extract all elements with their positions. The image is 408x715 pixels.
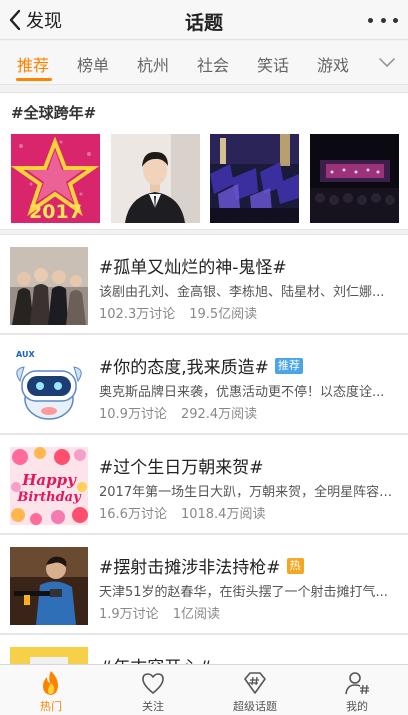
user-hashtag-icon	[345, 672, 369, 695]
discussion-count: 16.6万讨论	[99, 507, 167, 522]
topic-title: #孤单又灿烂的神-鬼怪#	[99, 258, 287, 278]
topic-item[interactable]: #孤单又灿烂的神-鬼怪# 该剧由孔刘、金高银、李栋旭、陆星材、刘仁娜... 10…	[0, 234, 408, 334]
topic-stats: 1.9万讨论 1亿阅读	[99, 603, 220, 622]
read-count: 1亿阅读	[172, 607, 220, 622]
featured-topic-card[interactable]: #全球跨年# 2017	[0, 92, 408, 230]
topic-stats: 16.6万讨论 1018.4万阅读	[99, 503, 265, 522]
more-options-icon[interactable]	[368, 8, 398, 32]
tabbar-follow[interactable]: 关注	[102, 665, 204, 715]
topic-title-text: #你的态度,我来质造#	[99, 358, 269, 378]
diamond-hashtag-icon	[244, 672, 266, 694]
featured-thumb-1[interactable]: 2017	[11, 134, 100, 223]
svg-text:Birthday: Birthday	[16, 490, 82, 505]
star-image: 2017	[11, 134, 100, 223]
topic-title-text: #摆射击摊涉非法持枪#	[99, 558, 281, 578]
topic-stats: 10.9万讨论 292.4万阅读	[99, 403, 257, 422]
crowd-image	[210, 134, 299, 223]
featured-thumb-3[interactable]	[210, 134, 299, 223]
chevron-down-icon[interactable]	[378, 55, 396, 69]
discussion-count: 102.3万讨论	[99, 307, 176, 322]
topic-image	[10, 547, 88, 625]
app-screen: 发现 话题 推荐 榜单 杭州 社会 笑话 游戏 #全球跨年# 2017 #孤单又…	[0, 0, 408, 715]
tabbar-label: 超级话题	[233, 700, 277, 713]
stage-image	[310, 134, 399, 223]
topic-title: #过个生日万朝来贺#	[99, 458, 264, 478]
topic-description: 天津51岁的赵春华，在街头摆了一个射击摊打气...	[99, 585, 388, 600]
featured-thumb-4[interactable]	[310, 134, 399, 223]
featured-topic-title: #全球跨年#	[11, 104, 97, 122]
topic-description: 奥克斯品牌日来袭，优惠活动更不停！以态度诠...	[99, 385, 385, 400]
tab-recommended[interactable]: 推荐	[17, 52, 49, 76]
topic-title: #摆射击摊涉非法持枪# 热	[99, 553, 304, 578]
tabbar-label: 热门	[40, 700, 62, 713]
read-count: 1018.4万阅读	[180, 507, 266, 522]
flame-icon	[43, 671, 58, 695]
hot-badge: 热	[286, 557, 304, 574]
topic-item[interactable]: Happy Birthday #过个生日万朝来贺# 2017年第一场生日大趴，万…	[0, 434, 408, 534]
active-tab-indicator	[16, 78, 52, 81]
heart-icon	[142, 673, 164, 694]
recommended-badge: 推荐	[274, 357, 303, 374]
tab-jokes[interactable]: 笑话	[257, 52, 289, 76]
tabbar-hot[interactable]: 热门	[0, 665, 102, 715]
topic-image: Happy Birthday	[10, 447, 88, 525]
read-count: 292.4万阅读	[180, 407, 258, 422]
topic-stats: 102.3万讨论 19.5亿阅读	[99, 303, 257, 322]
tab-games[interactable]: 游戏	[317, 52, 349, 76]
svg-text:2017: 2017	[29, 201, 82, 223]
svg-text:AUX: AUX	[16, 350, 35, 359]
topic-description: 2017年第一场生日大趴，万朝来贺，全明星阵容引...	[99, 485, 395, 500]
topic-image: AUX	[10, 347, 88, 425]
category-tabs: 推荐 榜单 杭州 社会 笑话 游戏	[0, 41, 408, 85]
discussion-count: 1.9万讨论	[99, 607, 159, 622]
topic-image	[10, 247, 88, 325]
tabbar-super-topic[interactable]: 超级话题	[204, 665, 306, 715]
tabbar-label: 我的	[346, 700, 368, 713]
topic-item[interactable]: #摆射击摊涉非法持枪# 热 天津51岁的赵春华，在街头摆了一个射击摊打气... …	[0, 534, 408, 634]
topic-title: #你的态度,我来质造# 推荐	[99, 353, 303, 378]
featured-thumb-2[interactable]	[111, 134, 200, 223]
bottom-tab-bar: 热门 关注 超级话题 我的	[0, 664, 408, 715]
discussion-count: 10.9万讨论	[99, 407, 167, 422]
tab-rankings[interactable]: 榜单	[77, 52, 109, 76]
svg-text:Happy: Happy	[21, 471, 77, 489]
tab-society[interactable]: 社会	[197, 52, 229, 76]
topic-description: 该剧由孔刘、金高银、李栋旭、陆星材、刘仁娜...	[99, 285, 385, 300]
navigation-bar: 发现 话题	[0, 0, 408, 40]
topic-item[interactable]: AUX #你的态度,我来质造# 推荐 奥克斯品牌日来袭，优惠活动更不停！以态度诠…	[0, 334, 408, 434]
page-title: 话题	[184, 12, 223, 34]
tabbar-me[interactable]: 我的	[306, 665, 408, 715]
tabbar-label: 关注	[142, 700, 164, 713]
read-count: 19.5亿阅读	[189, 307, 258, 322]
tab-hangzhou[interactable]: 杭州	[137, 52, 169, 76]
portrait-image	[111, 134, 200, 223]
